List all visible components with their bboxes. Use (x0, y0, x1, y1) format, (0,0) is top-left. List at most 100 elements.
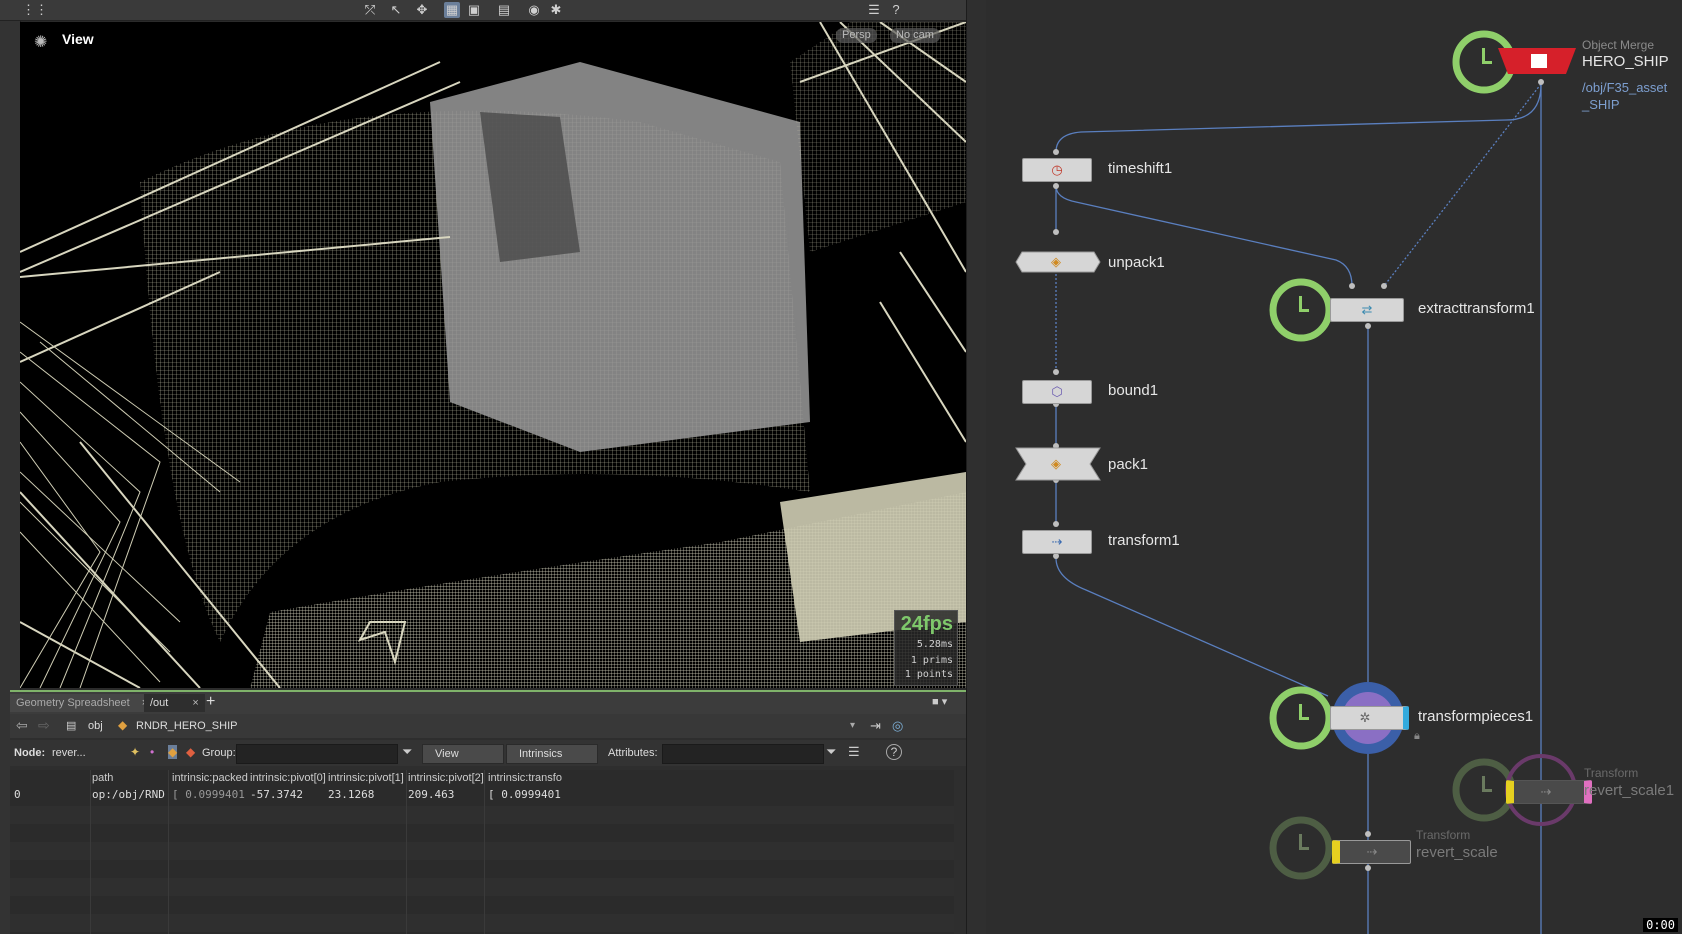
node-name[interactable]: extracttransform1 (1418, 300, 1535, 317)
transform-tool-icon[interactable]: ✥ (414, 2, 430, 18)
node-name[interactable]: transformpieces1 (1418, 708, 1533, 725)
path-dropdown-icon[interactable]: ▾ (850, 720, 855, 731)
help-icon[interactable]: ? (886, 744, 902, 760)
timeshift-node[interactable]: ◷ (1022, 158, 1092, 182)
column-header[interactable]: intrinsic:transfo (488, 772, 562, 786)
render-time: 5.28ms (916, 639, 953, 650)
network-editor[interactable]: Object Merge HERO_SHIP /obj/F35_asset _S… (986, 0, 1682, 934)
pack-icon: ◈ (1051, 456, 1061, 471)
node-type-label: Transform (1416, 828, 1471, 842)
scene-viewport[interactable]: ✺ View Persp No cam 24fps 5.28ms 1 prims… (20, 22, 966, 688)
pin-icon[interactable]: ⇥ (870, 718, 881, 734)
node-name[interactable]: pack1 (1108, 456, 1148, 473)
table-row-stripe (10, 842, 954, 860)
wireframe-scene (20, 22, 966, 688)
node-value: rever... (52, 747, 86, 759)
transform-node[interactable]: ⇢ (1022, 530, 1092, 554)
column-header[interactable]: path (92, 772, 113, 786)
filter-icon[interactable]: ⏷ (402, 744, 412, 760)
bound-node[interactable]: ⬡ (1022, 380, 1092, 404)
node-name[interactable]: HERO_SHIP (1582, 53, 1669, 70)
node-name[interactable]: unpack1 (1108, 254, 1165, 271)
camera-icon[interactable]: ◉ (526, 2, 542, 18)
table-cell: 23.1268 (328, 788, 375, 801)
table-row-stripe (10, 878, 954, 896)
pane-tab-bar: Geometry Spreadsheet× /out × + ■ ▾ (10, 690, 966, 714)
view-menu-icon[interactable]: ✺ (34, 32, 47, 52)
node-name[interactable]: transform1 (1108, 532, 1180, 549)
grid-menu-icon[interactable]: ⋮⋮ (22, 2, 48, 18)
table-row-stripe (10, 806, 954, 824)
group-label: Group: (202, 747, 236, 759)
primitives-mode-icon[interactable]: ◆ (168, 745, 178, 759)
add-tab-icon[interactable]: + (206, 693, 215, 711)
column-divider (484, 770, 485, 934)
attributes-input[interactable] (662, 744, 824, 764)
view-dropdown[interactable]: View (422, 744, 504, 764)
record-icon[interactable]: ▤ (496, 2, 512, 18)
path-bar: ⇦ ⇨ ▤ obj ◆ RNDR_HERO_SHIP ▾ ⇥ ◎ (10, 714, 966, 738)
revert-scale-node[interactable]: ⇢ (1332, 840, 1411, 864)
column-divider (90, 770, 91, 934)
camera-name-pill[interactable]: No cam (890, 28, 940, 43)
columns-icon[interactable]: ☰ (848, 744, 860, 760)
attr-filter-icon[interactable]: ⏷ (826, 744, 836, 760)
intrinsics-dropdown[interactable]: Intrinsics (506, 744, 598, 764)
points-mode-icon[interactable]: ✦ (130, 745, 140, 759)
help-icon[interactable]: ? (888, 2, 904, 18)
table-row-stripe (10, 914, 954, 932)
tab-geometry-spreadsheet[interactable]: Geometry Spreadsheet× (10, 694, 155, 712)
node-type-label: Object Merge (1582, 38, 1655, 52)
select-tool-icon[interactable]: ⤱ (362, 2, 378, 18)
geometry-spreadsheet: Geometry Spreadsheet× /out × + ■ ▾ ⇦ ⇨ ▤ … (10, 690, 966, 934)
pointer-tool-icon[interactable]: ↖ (388, 2, 404, 18)
wire (1055, 557, 1329, 697)
table-cell: [ 0.0999401 (488, 788, 561, 801)
table-cell: 209.463 (408, 788, 455, 801)
pane-splitter[interactable] (966, 0, 987, 934)
node-name[interactable]: bound1 (1108, 382, 1158, 399)
column-header[interactable]: intrinsic:pivot[1] (328, 772, 404, 786)
column-header[interactable]: intrinsic:packed (172, 772, 248, 786)
object-merge-icon (1531, 54, 1547, 68)
back-icon[interactable]: ⇦ (16, 717, 28, 734)
snapshot-icon[interactable]: ▣ (466, 2, 482, 18)
forward-icon[interactable]: ⇨ (38, 717, 50, 734)
node-path: /obj/F35_asset (1582, 80, 1668, 95)
group-input[interactable] (236, 744, 398, 764)
table-cell: -57.3742 (250, 788, 303, 801)
point-count: 1 points (904, 669, 953, 680)
extract-icon: ⇄ (1361, 302, 1373, 317)
tab-label: /out (150, 697, 169, 709)
wire (1383, 83, 1542, 287)
pane-menu-icon[interactable]: ■ ▾ (932, 695, 947, 708)
close-icon[interactable]: × (192, 697, 198, 709)
node-path: _SHIP (1582, 97, 1620, 112)
pieces-icon: ✲ (1359, 710, 1371, 725)
timeshift-icon: ◷ (1051, 162, 1063, 177)
camera-mode-pill[interactable]: Persp (836, 28, 877, 43)
table-cell: op:/obj/RND (92, 788, 165, 801)
node-name[interactable]: timeshift1 (1108, 160, 1172, 177)
settings-icon[interactable]: ✱ (548, 2, 564, 18)
viewer-toolbar: ⋮⋮ ⤱ ↖ ✥ ▦ ▣ ▤ ◉ ✱ ☰ ? (0, 0, 985, 21)
link-icon[interactable]: ◎ (892, 718, 903, 734)
path-node[interactable]: RNDR_HERO_SHIP (136, 720, 237, 732)
column-header[interactable]: intrinsic:pivot[0] (250, 772, 326, 786)
node-name[interactable]: revert_scale1 (1584, 782, 1674, 799)
filter-bar: Node: rever... ✦ • ◆ ◆ Group: ⏷ View Int… (10, 740, 966, 766)
transformpieces-node[interactable]: ✲ (1330, 706, 1409, 730)
layout-icon[interactable]: ☰ (866, 2, 882, 18)
unpack-icon: ◈ (1051, 254, 1061, 269)
revert-scale1-node[interactable]: ⇢ (1506, 780, 1592, 804)
column-header[interactable]: intrinsic:pivot[2] (408, 772, 484, 786)
vertices-mode-icon[interactable]: • (150, 745, 154, 759)
tab-out[interactable]: /out × (144, 694, 205, 712)
path-root[interactable]: obj (88, 720, 103, 732)
detail-mode-icon[interactable]: ◆ (186, 745, 195, 759)
extracttransform-node[interactable]: ⇄ (1330, 298, 1404, 322)
display-mode-icon[interactable]: ▦ (444, 2, 460, 18)
wire (1055, 185, 1353, 287)
geo-node-icon: ◆ (118, 718, 128, 732)
node-name[interactable]: revert_scale (1416, 844, 1498, 861)
